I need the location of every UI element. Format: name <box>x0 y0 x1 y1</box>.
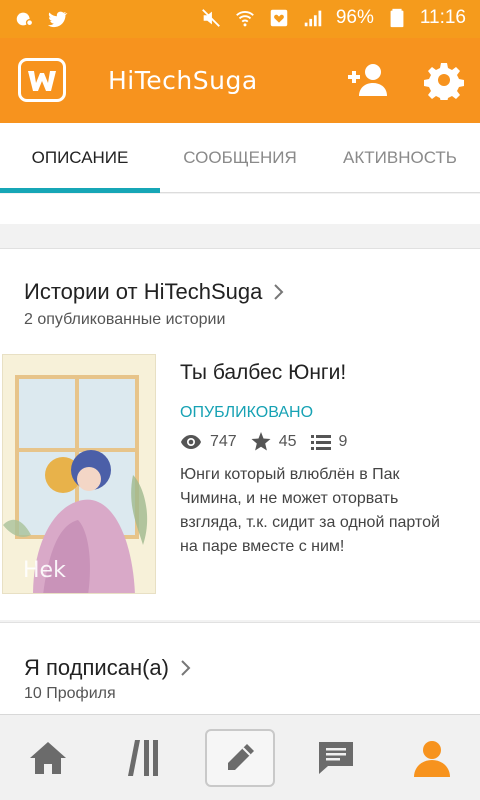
story-status: ОПУБЛИКОВАНО <box>180 404 314 421</box>
story-cover-image[interactable]: Hek <box>2 354 156 594</box>
nav-profile[interactable] <box>384 715 480 800</box>
battery-icon <box>390 8 404 28</box>
story-parts: 9 <box>338 432 348 450</box>
story-stats: 747 45 9 <box>180 432 361 451</box>
settings-gear-icon[interactable] <box>424 60 464 100</box>
tab-description[interactable]: ОПИСАНИЕ <box>0 123 160 193</box>
story-views: 747 <box>210 432 237 450</box>
active-tab-indicator <box>0 188 160 193</box>
nav-messages[interactable] <box>288 715 384 800</box>
profile-tabs: ОПИСАНИЕ СООБЩЕНИЯ АКТИВНОСТЬ <box>0 123 480 193</box>
tab-activity[interactable]: АКТИВНОСТЬ <box>320 123 480 193</box>
add-user-icon[interactable] <box>346 62 390 98</box>
twitter-icon <box>47 11 68 28</box>
following-section-header[interactable]: Я подписан(а) <box>24 655 191 681</box>
stories-section: Истории от HiTechSuga 2 опубликованные и… <box>0 248 480 620</box>
following-section-title: Я подписан(а) <box>24 655 169 680</box>
profile-username: HiTechSuga <box>108 66 258 95</box>
tab-description-label: ОПИСАНИЕ <box>31 148 129 167</box>
story-title[interactable]: Ты балбес Юнги! <box>180 361 346 385</box>
story-votes: 45 <box>278 432 297 450</box>
stories-section-header[interactable]: Истории от HiTechSuga <box>24 279 284 305</box>
following-count: 10 Профиля <box>24 685 116 702</box>
heart-box-icon <box>270 9 288 27</box>
write-icon <box>228 744 254 770</box>
description-area <box>0 194 480 224</box>
tab-activity-label: АКТИВНОСТЬ <box>343 148 457 167</box>
profile-icon <box>414 741 450 777</box>
stories-count: 2 опубликованные истории <box>24 311 226 328</box>
star-icon <box>251 432 271 451</box>
eye-icon <box>181 434 201 449</box>
write-button[interactable] <box>205 729 275 787</box>
chevron-right-icon <box>181 660 191 676</box>
chevron-right-icon <box>274 284 284 300</box>
following-section: Я подписан(а) 10 Профиля <box>0 622 480 714</box>
story-description: Юнги который влюблён в Пак Чимина, и не … <box>180 466 440 555</box>
nav-write[interactable] <box>192 715 288 800</box>
library-icon <box>128 740 158 776</box>
stories-section-title: Истории от HiTechSuga <box>24 279 263 304</box>
home-icon <box>30 742 66 774</box>
status-bar: 96% 11:16 <box>0 0 480 38</box>
clock: 11:16 <box>419 7 466 28</box>
app-bar: HiTechSuga <box>0 38 480 123</box>
messages-icon <box>319 742 353 774</box>
cover-signature: Hek <box>23 558 66 583</box>
notification-settings-icon <box>16 12 34 27</box>
wattpad-logo-icon[interactable] <box>18 58 66 102</box>
nav-home[interactable] <box>0 715 96 800</box>
mute-icon <box>201 9 220 27</box>
signal-icon <box>304 10 322 27</box>
tab-messages-label: СООБЩЕНИЯ <box>183 148 297 167</box>
list-icon <box>310 434 331 450</box>
tab-messages[interactable]: СООБЩЕНИЯ <box>160 123 320 193</box>
battery-percent: 96% <box>335 7 374 28</box>
bottom-navigation <box>0 714 480 800</box>
nav-library[interactable] <box>96 715 192 800</box>
wifi-icon <box>235 11 254 27</box>
